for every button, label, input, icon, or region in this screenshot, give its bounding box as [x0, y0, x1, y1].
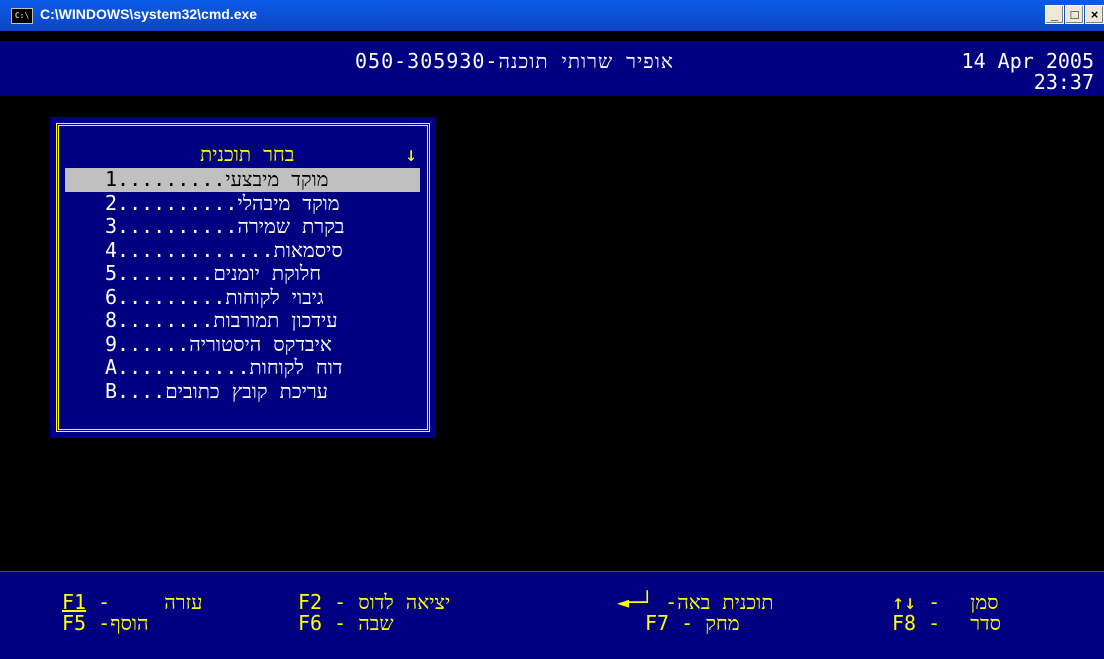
- f5-desc: הוסף: [110, 611, 149, 635]
- cmd-icon: C:\: [11, 8, 33, 24]
- title-bar[interactable]: C:\ C:\WINDOWS\system32\cmd.exe _ □ ×: [0, 0, 1104, 31]
- company-title: אופיר שרותי תוכנה-050-305930: [355, 49, 674, 73]
- menu-item-number: 3..........: [105, 214, 238, 239]
- f1-help-key[interactable]: F1 - עזרה: [62, 591, 202, 613]
- menu-item-label: חלוקת יומנים: [213, 261, 322, 286]
- menu-item-label: עידכון תמורבות: [213, 308, 338, 333]
- menu-item-number: 4.............: [105, 237, 274, 262]
- menu-item-number: 5........: [105, 261, 214, 286]
- menu-item-6[interactable]: 6......... גיבוי לקוחות: [65, 284, 420, 310]
- f7-key: F7: [645, 611, 670, 635]
- key-dash: -: [916, 611, 953, 635]
- menu-list: 1......... מוקד מיבצעי 2.......... מוקד מי…: [65, 168, 420, 403]
- menu-item-number: 8........: [105, 308, 214, 333]
- f8-desc: סדר: [970, 611, 1002, 635]
- menu-item-label: עריכת קובץ כתובים: [165, 378, 328, 403]
- menu-item-5[interactable]: 5........ חלוקת יומנים: [65, 262, 420, 286]
- f6-edit-key[interactable]: F6 - שבה: [298, 612, 394, 634]
- app-header: אופיר שרותי תוכנה-050-305930 14 Apr 2005…: [0, 41, 1104, 96]
- f1-desc: עזרה: [164, 590, 203, 614]
- f6-key: F6: [298, 611, 323, 635]
- window-title: C:\WINDOWS\system32\cmd.exe: [40, 6, 258, 22]
- menu-item-8[interactable]: 8........ עידכון תמורבות: [65, 309, 420, 333]
- menu-item-number: 2..........: [105, 190, 238, 215]
- menu-item-number: B....: [105, 378, 166, 403]
- key-dash: -: [322, 611, 359, 635]
- menu-item-label: גיבוי לקוחות: [225, 284, 324, 309]
- console-area[interactable]: אופיר שרותי תוכנה-050-305930 14 Apr 2005…: [0, 31, 1104, 659]
- arrows-mark-key[interactable]: ↑↓ - סמן: [892, 591, 999, 613]
- f7-delete-key[interactable]: F7 - מחק: [645, 612, 740, 634]
- f5-add-key[interactable]: F5 -הוסף: [62, 612, 149, 634]
- menu-item-label: בקרת שמירה: [237, 214, 345, 239]
- fkey-separator: [0, 571, 1104, 572]
- menu-item-label: איבדקס היסטוריה: [189, 331, 332, 356]
- down-arrow-icon: ↓: [405, 142, 418, 166]
- menu-item-number: 9......: [105, 331, 190, 356]
- close-button[interactable]: ×: [1085, 5, 1104, 24]
- maximize-button[interactable]: □: [1065, 5, 1084, 24]
- f8-sort-key[interactable]: F8 - סדר: [892, 612, 1001, 634]
- menu-item-number: A...........: [105, 355, 250, 380]
- program-menu: בחר תוכנית ↓ 1......... מוקד מיבצעי 2....…: [50, 117, 436, 438]
- menu-item-b[interactable]: B.... עריכת קובץ כתובים: [65, 378, 420, 404]
- menu-item-a[interactable]: A........... דוח לקוחות: [65, 356, 420, 380]
- menu-item-label: סיסמאות: [273, 237, 343, 262]
- menu-item-label: דוח לקוחות: [249, 355, 343, 380]
- menu-title: בחר תוכנית: [200, 142, 295, 166]
- f7-desc: מחק: [705, 611, 740, 635]
- menu-item-number: 1.........: [105, 167, 226, 192]
- header-time: 23:37: [1033, 70, 1094, 94]
- menu-item-number: 6.........: [105, 284, 226, 309]
- f5-key: F5: [62, 611, 87, 635]
- menu-item-1[interactable]: 1......... מוקד מיבצעי: [65, 168, 420, 192]
- menu-item-label: מוקד מיבהלי: [237, 190, 340, 215]
- menu-item-9[interactable]: 9...... איבדקס היסטוריה: [65, 331, 420, 357]
- f6-desc: שבה: [358, 611, 394, 635]
- enter-next-key[interactable]: ◄─┘ -תוכנית באה: [617, 591, 773, 613]
- function-key-bar: F1 - עזרה F2 - יציאה לדוס ◄─┘ -תוכנית בא…: [0, 571, 1104, 659]
- f2-exit-key[interactable]: F2 - יציאה לדוס: [298, 591, 450, 613]
- menu-item-4[interactable]: 4............. סיסמאות: [65, 237, 420, 263]
- key-dash: -: [669, 611, 706, 635]
- menu-item-3[interactable]: 3.......... בקרת שמירה: [65, 215, 420, 239]
- f8-key: F8: [892, 611, 917, 635]
- menu-item-label: מוקד מיבצעי: [225, 167, 329, 192]
- cmd-window: C:\ C:\WINDOWS\system32\cmd.exe _ □ × או…: [0, 0, 1104, 659]
- menu-item-2[interactable]: 2.......... מוקד מיבהלי: [65, 190, 420, 216]
- key-dash: -: [86, 611, 111, 635]
- minimize-button[interactable]: _: [1045, 5, 1064, 24]
